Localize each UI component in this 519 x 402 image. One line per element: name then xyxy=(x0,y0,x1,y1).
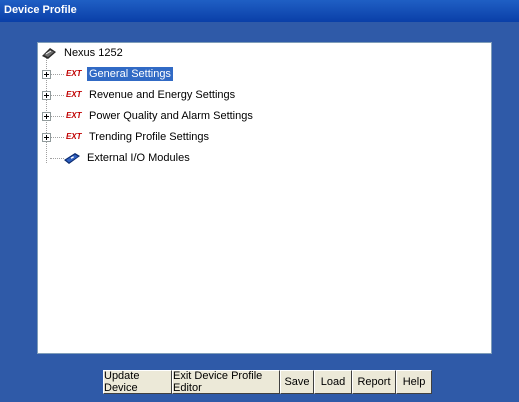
expand-power-quality-alarm-settings[interactable] xyxy=(42,112,51,121)
tree-line xyxy=(50,74,64,75)
ext-settings-icon: EXT xyxy=(66,69,82,78)
ext-settings-icon: EXT xyxy=(66,90,82,99)
device-profile-tree[interactable]: Nexus 1252 EXT General Settings EXT Reve… xyxy=(37,42,492,354)
tree-item-label: General Settings xyxy=(87,67,173,81)
tree-item-trending-profile-settings[interactable]: EXT Trending Profile Settings xyxy=(66,129,211,145)
tree-item-label: External I/O Modules xyxy=(87,152,190,164)
update-device-label: Update Device xyxy=(104,370,140,394)
tree-line xyxy=(50,95,64,96)
help-button[interactable]: Help xyxy=(396,370,432,394)
expand-revenue-energy-settings[interactable] xyxy=(42,91,51,100)
tree-item-revenue-energy-settings[interactable]: EXT Revenue and Energy Settings xyxy=(66,87,237,103)
report-button[interactable]: Report xyxy=(352,370,396,394)
window-title: Device Profile xyxy=(4,4,77,16)
tree-item-label: Power Quality and Alarm Settings xyxy=(89,110,253,122)
save-label: Save xyxy=(284,376,310,388)
title-bar: Device Profile xyxy=(0,0,519,22)
io-module-icon xyxy=(63,151,81,165)
tree-item-external-io-modules[interactable]: External I/O Modules xyxy=(63,150,192,166)
nexus-device-icon xyxy=(40,46,58,60)
expand-trending-profile-settings[interactable] xyxy=(42,133,51,142)
tree-item-general-settings[interactable]: EXT General Settings xyxy=(66,66,173,82)
help-label: Help xyxy=(402,376,426,388)
device-profile-window: Device Profile Nexus 1252 EXT General Se… xyxy=(0,0,519,402)
update-device-button[interactable]: Update Device xyxy=(103,370,172,394)
tree-item-label: Revenue and Energy Settings xyxy=(89,89,236,101)
ext-settings-icon: EXT xyxy=(66,111,82,120)
tree-root-label: Nexus 1252 xyxy=(64,47,123,59)
save-button[interactable]: Save xyxy=(280,370,314,394)
expand-general-settings[interactable] xyxy=(42,70,51,79)
tree-line xyxy=(50,158,64,159)
load-label: Load xyxy=(320,376,346,388)
tree-line xyxy=(50,116,64,117)
tree-item-label: Trending Profile Settings xyxy=(89,131,210,143)
exit-device-profile-editor-button[interactable]: Exit Device Profile Editor xyxy=(172,370,280,394)
tree-item-power-quality-alarm-settings[interactable]: EXT Power Quality and Alarm Settings xyxy=(66,108,255,124)
tree-root-nexus[interactable]: Nexus 1252 xyxy=(40,45,125,61)
exit-editor-label: Exit Device Profile Editor xyxy=(173,370,263,394)
report-label: Report xyxy=(357,376,391,388)
ext-settings-icon: EXT xyxy=(66,132,82,141)
tree-line xyxy=(50,137,64,138)
load-button[interactable]: Load xyxy=(314,370,352,394)
